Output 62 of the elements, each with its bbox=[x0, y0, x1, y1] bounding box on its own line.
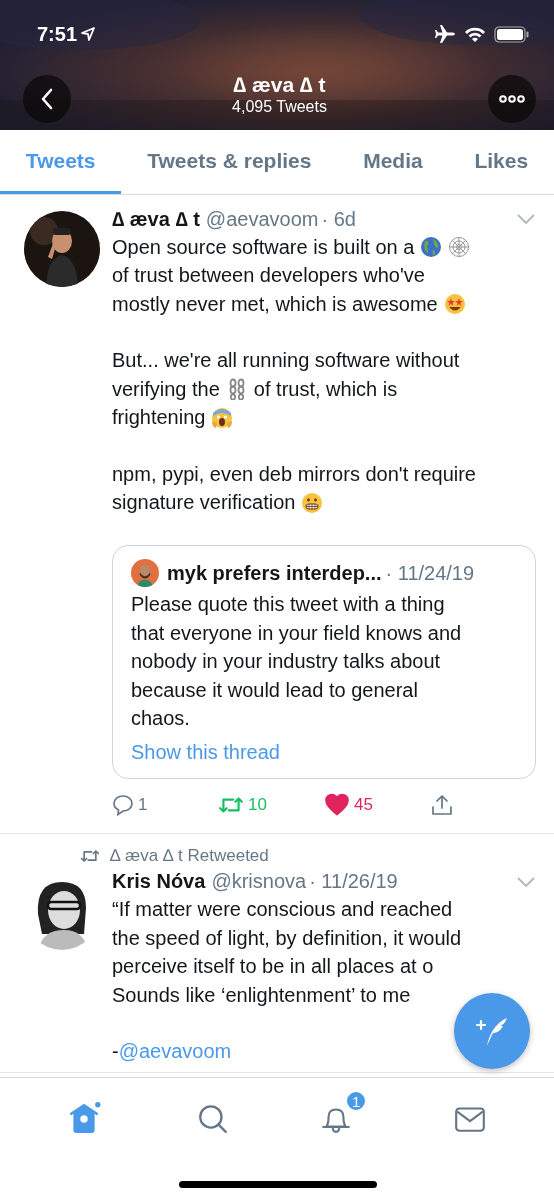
battery-icon bbox=[494, 25, 530, 43]
back-icon bbox=[40, 88, 54, 110]
spiderweb-emoji-icon bbox=[448, 236, 471, 259]
show-thread-link[interactable]: Show this thread bbox=[131, 740, 280, 764]
tweet-text: But... we're all running software without bbox=[112, 349, 460, 373]
tab[interactable]: Tweets & replies bbox=[121, 130, 338, 194]
caret-icon bbox=[516, 213, 536, 225]
status-time: 7:51 bbox=[37, 22, 78, 46]
like-count: 45 bbox=[354, 794, 373, 815]
retweet-icon bbox=[80, 848, 100, 863]
tweet-text: the speed of light, by definition, it would bbox=[112, 926, 462, 950]
reply-icon bbox=[112, 793, 134, 816]
tweet-text: Sounds like ‘enlightenment’ to me bbox=[112, 983, 411, 1007]
display-name: myk prefers interdep... bbox=[167, 561, 382, 585]
share-icon[interactable] bbox=[430, 792, 454, 817]
tweet-text: of trust, which is bbox=[253, 377, 398, 401]
globe-emoji-icon bbox=[420, 236, 443, 259]
feather-plus-icon bbox=[475, 1015, 509, 1047]
tweet-text: mostly never met, which is awesome bbox=[112, 292, 438, 316]
tweet-time: · 11/24/19 bbox=[385, 561, 475, 585]
user-handle: @krisnova bbox=[211, 870, 307, 893]
tweet-text: perceive itself to be in all places at o bbox=[112, 955, 434, 979]
mention-link[interactable]: @aevavoom bbox=[118, 1040, 232, 1064]
quoted-tweet-text: because it would lead to general bbox=[131, 677, 419, 703]
quoted-tweet-text: nobody in your industry talks about bbox=[131, 649, 442, 674]
star-eyes-emoji-icon bbox=[443, 293, 466, 316]
quoted-tweet-text: that everyone in your field knows and bbox=[131, 620, 463, 646]
tab[interactable]: Tweets bbox=[0, 130, 122, 194]
tweet-text: “If matter were conscious and reached bbox=[112, 898, 453, 922]
nav-tab[interactable]: 1 bbox=[315, 1090, 368, 1138]
more-icon bbox=[499, 95, 525, 103]
tab[interactable]: Likes bbox=[448, 130, 554, 194]
grimace-emoji-icon bbox=[301, 491, 324, 514]
reply-count: 1 bbox=[138, 794, 148, 815]
wifi-icon bbox=[464, 25, 486, 43]
tweet-text: frightening bbox=[112, 406, 206, 430]
retweeted-label: ∆ æva ∆ t Retweeted bbox=[110, 845, 269, 866]
airplane-icon bbox=[434, 24, 456, 44]
display-name: Kris Nóva bbox=[112, 870, 206, 893]
tweet-text: of trust between developers who've bbox=[112, 264, 425, 288]
tweet-time: · 11/26/19 bbox=[309, 870, 398, 893]
quoted-tweet-card[interactable] bbox=[112, 545, 536, 779]
quoted-tweet-text: chaos. bbox=[131, 706, 191, 731]
tweet-text: Open source software is built on a bbox=[112, 235, 415, 259]
caret-icon bbox=[516, 875, 536, 888]
tweet-text: verifying the bbox=[112, 377, 220, 401]
tweet-text: - bbox=[112, 1040, 119, 1064]
compose-button[interactable] bbox=[454, 993, 530, 1069]
tweet-count: 4,095 Tweets bbox=[232, 97, 327, 116]
retweet-count: 10 bbox=[248, 794, 267, 815]
home-icon bbox=[67, 1102, 102, 1134]
location-arrow-icon bbox=[80, 26, 97, 42]
quoted-tweet-text: Please quote this tweet with a thing bbox=[131, 592, 446, 617]
profile-name: ∆ æva ∆ t bbox=[233, 72, 326, 97]
tweet-text: npm, pypi, even deb mirrors don't require bbox=[112, 462, 476, 486]
notification-badge: 1 bbox=[345, 1090, 368, 1112]
display-name: ∆ æva ∆ t bbox=[112, 207, 200, 231]
tab[interactable]: Media bbox=[337, 130, 449, 194]
scream-emoji-icon bbox=[211, 406, 234, 429]
tweet-text: signature verification bbox=[112, 491, 296, 515]
user-handle: @aevavoom bbox=[205, 207, 319, 231]
tweet-time: · 6d bbox=[321, 207, 356, 231]
